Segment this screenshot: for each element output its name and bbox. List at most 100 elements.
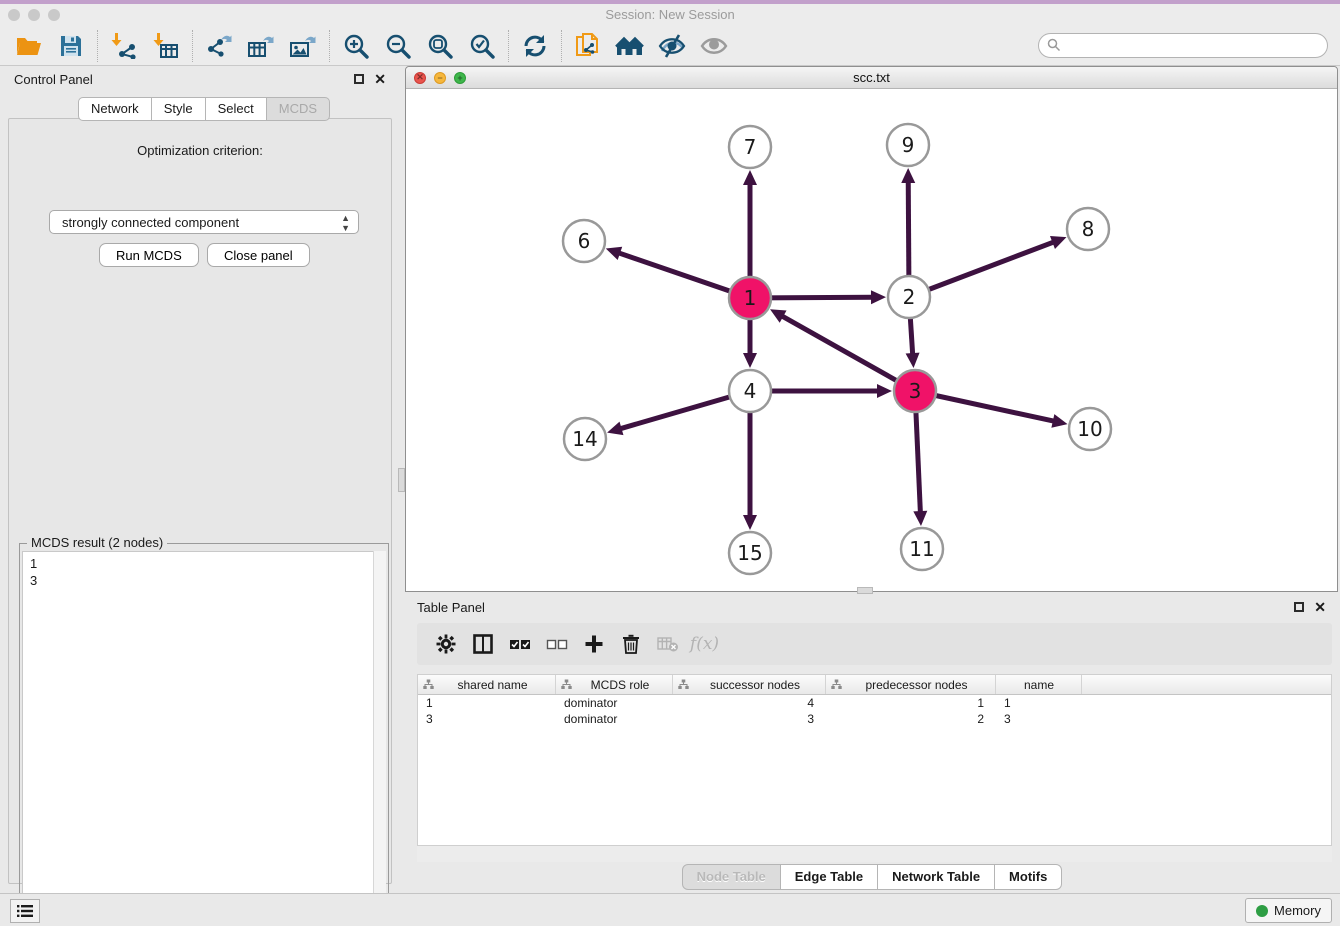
first-neighbors-icon[interactable] [609, 28, 651, 64]
table-horizontal-scrollbar[interactable] [417, 846, 1332, 862]
table-panel: Table Panel ✕ f(x) [405, 595, 1338, 890]
graph-edge-arrowhead [906, 353, 920, 368]
zoom-out-icon[interactable] [377, 28, 419, 64]
zoom-fit-icon[interactable] [419, 28, 461, 64]
graph-node-label: 15 [737, 541, 762, 565]
toolbar-separator [508, 30, 509, 62]
window-close-button[interactable] [8, 9, 20, 21]
table-row[interactable]: 3 dominator 3 2 3 [418, 711, 1331, 727]
graph-edge-2-8[interactable] [909, 242, 1054, 297]
toolbar-separator [192, 30, 193, 62]
network-window-titlebar: ✕ − + scc.txt [406, 67, 1337, 89]
table-panel-title: Table Panel [417, 600, 1294, 615]
control-panel-tabs: Network Style Select MCDS [78, 97, 329, 121]
tab-mcds[interactable]: MCDS [266, 97, 330, 121]
add-column-icon[interactable] [575, 626, 612, 662]
table-row[interactable]: 1 dominator 4 1 1 [418, 695, 1331, 711]
export-network-icon[interactable] [198, 28, 240, 64]
column-header-predecessor-nodes[interactable]: predecessor nodes [826, 675, 996, 694]
graph-edge-arrowhead [743, 353, 757, 368]
tab-edge-table[interactable]: Edge Table [780, 864, 878, 890]
network-canvas[interactable]: 7968124314101511 [406, 89, 1337, 591]
result-line: 3 [30, 572, 385, 589]
show-all-icon[interactable] [693, 28, 735, 64]
table-options-icon[interactable] [427, 626, 464, 662]
network-view-window: ✕ − + scc.txt 7968124314101511 [405, 66, 1338, 592]
graph-edge-arrowhead [913, 511, 927, 526]
column-header-mcds-role[interactable]: MCDS role [556, 675, 673, 694]
result-line: 1 [30, 555, 385, 572]
graph-edge-arrowhead [877, 384, 892, 398]
toolbar-separator [329, 30, 330, 62]
control-panel-title: Control Panel [14, 72, 354, 87]
clone-network-icon[interactable] [567, 28, 609, 64]
select-all-icon[interactable] [501, 626, 538, 662]
tab-select[interactable]: Select [205, 97, 267, 121]
node-table: shared name MCDS role successor nodes pr… [417, 674, 1332, 846]
graph-node-label: 7 [744, 135, 757, 159]
graph-node-label: 4 [744, 379, 757, 403]
tab-motifs[interactable]: Motifs [994, 864, 1062, 890]
close-panel-button[interactable]: Close panel [207, 243, 310, 267]
graph-node-label: 6 [578, 229, 591, 253]
control-panel: Control Panel ✕ Network Style Select MCD… [4, 66, 396, 888]
window-zoom-button[interactable] [48, 9, 60, 21]
search-input[interactable] [1038, 33, 1328, 58]
close-table-panel-icon[interactable]: ✕ [1314, 602, 1326, 612]
import-network-icon[interactable] [103, 28, 145, 64]
graph-node-label: 2 [903, 285, 916, 309]
tab-network[interactable]: Network [78, 97, 152, 121]
horizontal-splitter-handle[interactable] [857, 587, 873, 594]
save-session-icon[interactable] [50, 28, 92, 64]
vertical-splitter-handle[interactable] [398, 468, 405, 492]
search-icon [1047, 38, 1061, 52]
unselect-all-icon[interactable] [538, 626, 575, 662]
column-type-icon [831, 679, 842, 690]
tab-style[interactable]: Style [151, 97, 206, 121]
column-type-icon [678, 679, 689, 690]
optimization-criterion-select[interactable]: strongly connected component ▲▼ [49, 210, 359, 234]
zoom-selected-icon[interactable] [461, 28, 503, 64]
status-bar: Memory [0, 893, 1340, 926]
table-header-row: shared name MCDS role successor nodes pr… [418, 675, 1331, 695]
column-header-shared-name[interactable]: shared name [418, 675, 556, 694]
run-mcds-button[interactable]: Run MCDS [99, 243, 199, 267]
memory-button[interactable]: Memory [1245, 898, 1332, 923]
float-table-panel-icon[interactable] [1294, 602, 1304, 612]
mcds-result-list[interactable]: 1 3 [22, 551, 386, 918]
toolbar-separator [561, 30, 562, 62]
tab-node-table[interactable]: Node Table [682, 864, 781, 890]
graph-node-label: 11 [909, 537, 934, 561]
mcds-result-title: MCDS result (2 nodes) [27, 535, 167, 550]
function-builder-icon[interactable]: f(x) [686, 626, 723, 662]
graph-node-label: 3 [909, 379, 922, 403]
column-header-name[interactable]: name [996, 675, 1082, 694]
tab-network-table[interactable]: Network Table [877, 864, 995, 890]
export-image-icon[interactable] [282, 28, 324, 64]
window-minimize-button[interactable] [28, 9, 40, 21]
app-titlebar: Session: New Session [0, 4, 1340, 26]
zoom-in-icon[interactable] [335, 28, 377, 64]
memory-status-dot [1256, 905, 1268, 917]
close-panel-icon[interactable]: ✕ [374, 74, 386, 84]
hide-selected-icon[interactable] [651, 28, 693, 64]
show-column-icon[interactable] [464, 626, 501, 662]
delete-row-icon[interactable] [612, 626, 649, 662]
float-panel-icon[interactable] [354, 74, 364, 84]
table-tabs: Node Table Edge Table Network Table Moti… [405, 864, 1338, 890]
app-title: Session: New Session [0, 4, 1340, 26]
open-file-icon[interactable] [8, 28, 50, 64]
delete-column-icon[interactable] [649, 626, 686, 662]
task-history-button[interactable] [10, 899, 40, 923]
import-table-icon[interactable] [145, 28, 187, 64]
result-scrollbar[interactable] [373, 551, 386, 918]
apply-layout-icon[interactable] [514, 28, 556, 64]
search-field[interactable] [1038, 33, 1328, 58]
column-header-successor-nodes[interactable]: successor nodes [673, 675, 826, 694]
network-window-title: scc.txt [406, 70, 1337, 85]
list-icon [17, 904, 33, 918]
graph-edge-arrowhead [606, 247, 622, 260]
graph-edge-arrowhead [743, 515, 757, 530]
export-table-icon[interactable] [240, 28, 282, 64]
graph-edge-3-1[interactable] [781, 316, 915, 391]
